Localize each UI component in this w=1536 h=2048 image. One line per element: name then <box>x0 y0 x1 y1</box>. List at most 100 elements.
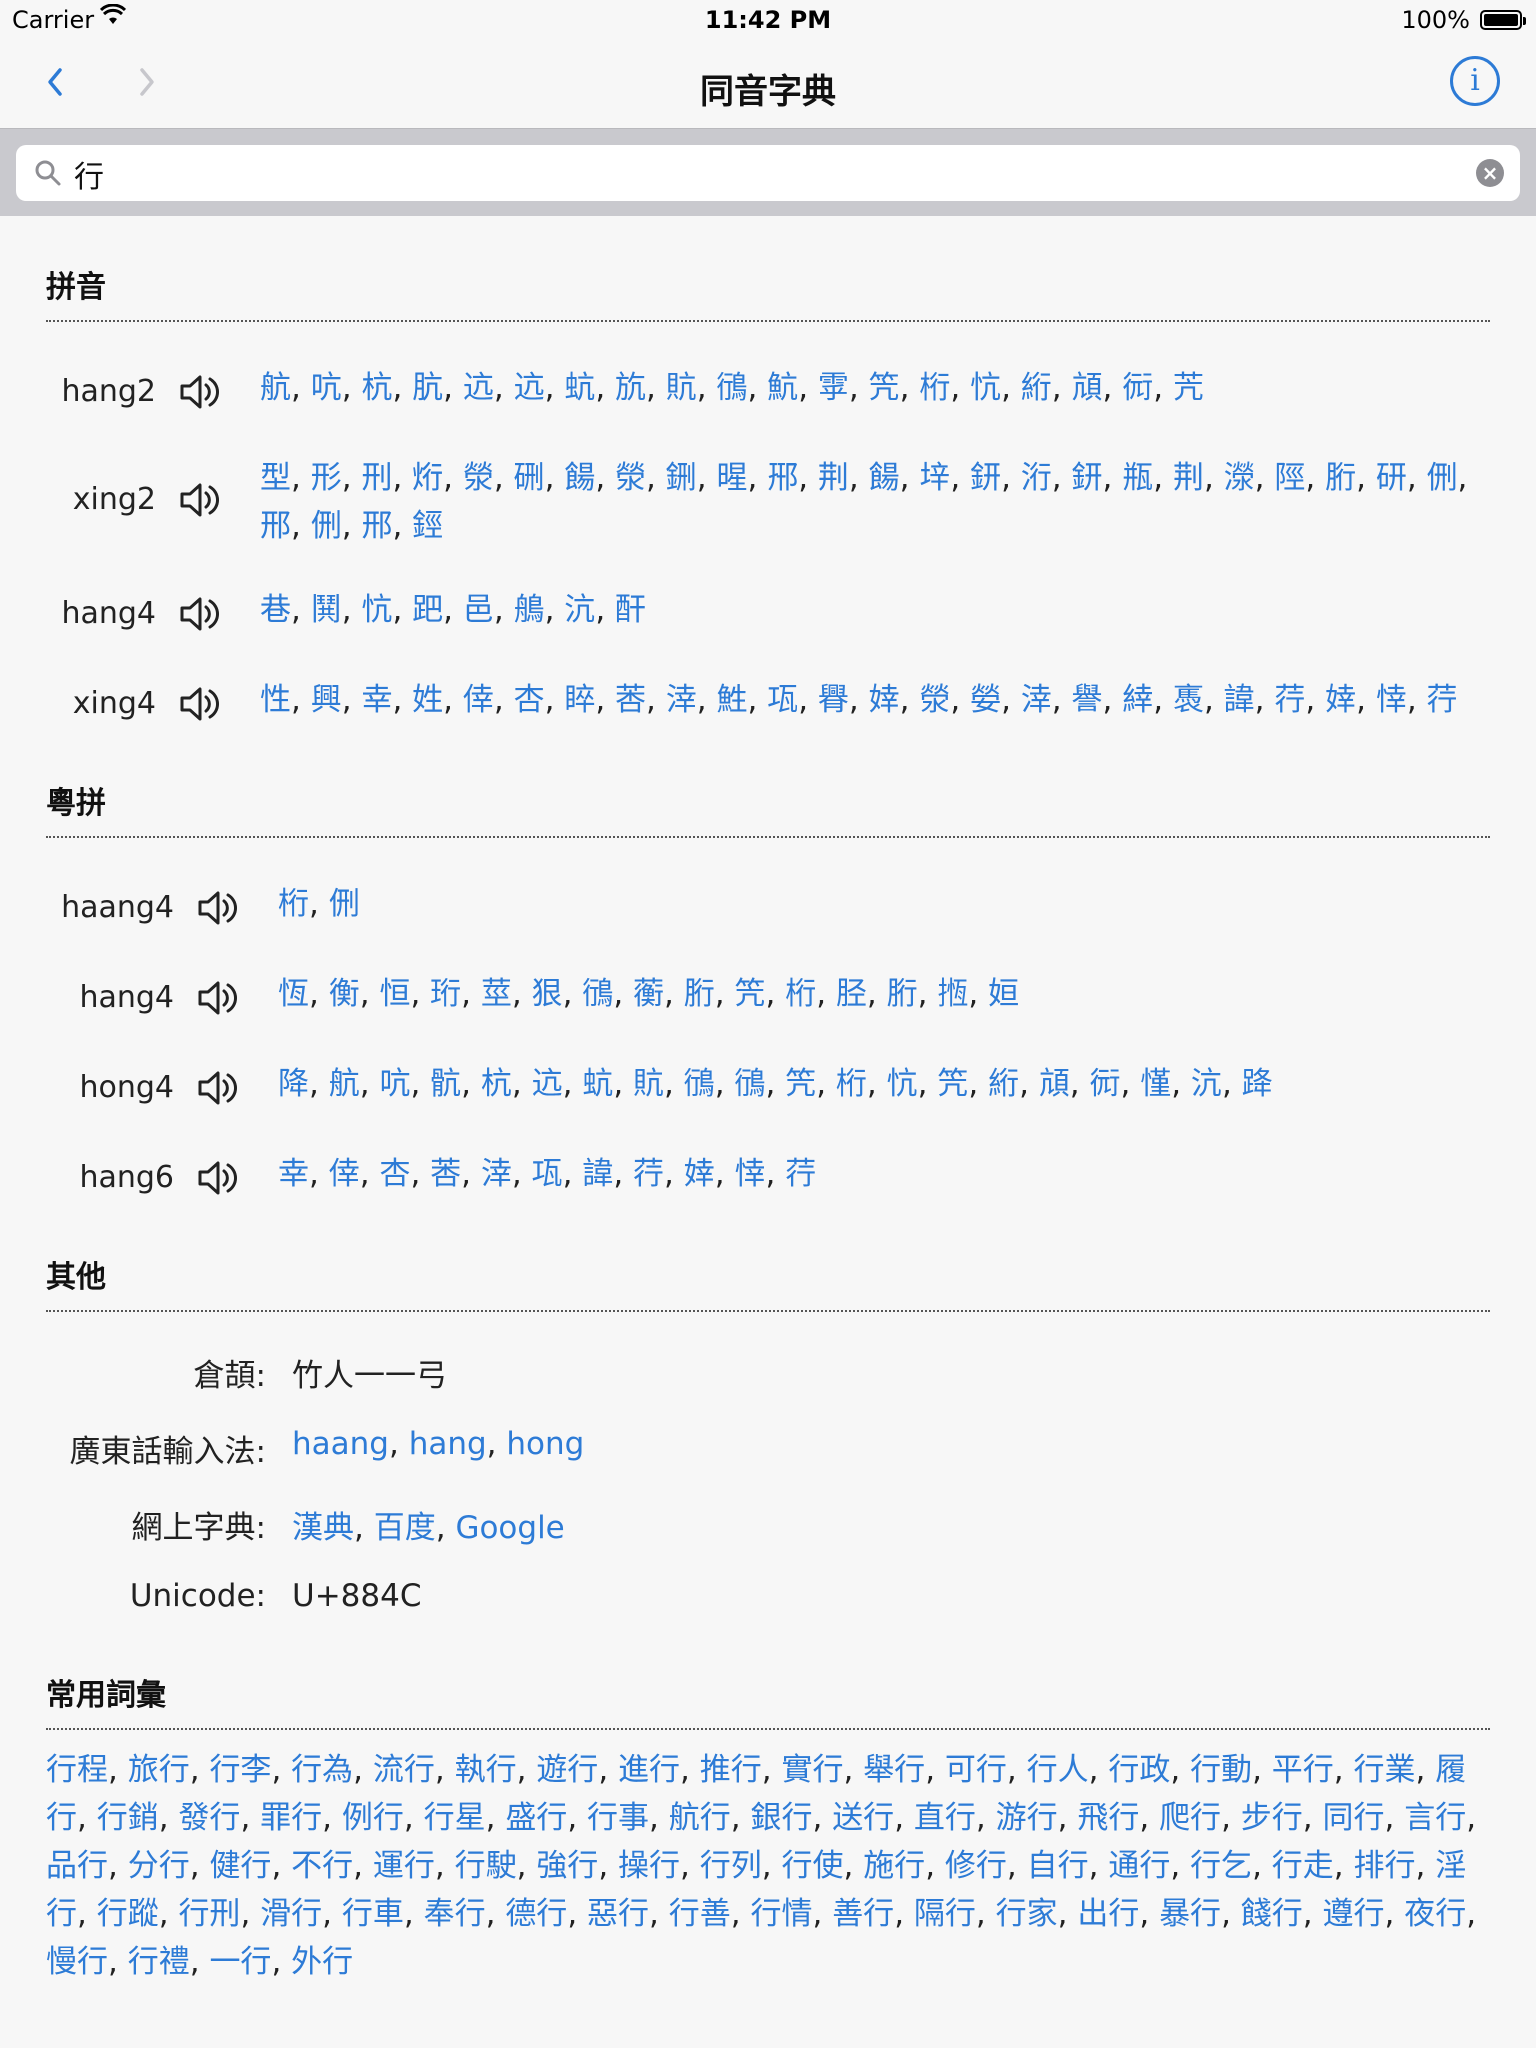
link-baidu[interactable]: 百度 <box>374 1510 436 1546</box>
vocabulary-word[interactable]: 德行 <box>505 1896 567 1932</box>
vocabulary-word[interactable]: 行使 <box>781 1848 843 1884</box>
vocabulary-word[interactable]: 可行 <box>945 1752 1007 1788</box>
homophone-char[interactable]: 鴴 <box>582 976 613 1012</box>
homophone-char[interactable]: 蚢 <box>564 370 595 406</box>
homophone-char[interactable]: 研 <box>1376 460 1407 496</box>
homophone-char[interactable]: 斻 <box>615 370 646 406</box>
vocabulary-word[interactable]: 出行 <box>1077 1896 1139 1932</box>
homophone-char[interactable]: 暒 <box>716 460 747 496</box>
homophone-char[interactable]: 忼 <box>887 1066 918 1102</box>
homophone-char[interactable]: 沆 <box>564 592 595 628</box>
vocabulary-word[interactable]: 施行 <box>863 1848 925 1884</box>
homophone-char[interactable]: 骯 <box>430 1066 461 1102</box>
vocabulary-word[interactable]: 行走 <box>1272 1848 1334 1884</box>
vocabulary-word[interactable]: 不行 <box>291 1848 353 1884</box>
homophone-char[interactable]: 酐 <box>615 592 646 628</box>
homophone-char[interactable]: 揯 <box>937 976 968 1012</box>
vocabulary-word[interactable]: 行善 <box>669 1896 731 1932</box>
homophone-char[interactable]: 涬 <box>666 682 697 718</box>
vocabulary-word[interactable]: 行為 <box>291 1752 353 1788</box>
link-hang[interactable]: hang <box>409 1426 487 1462</box>
vocabulary-word[interactable]: 暴行 <box>1159 1896 1221 1932</box>
vocabulary-word[interactable]: 行蹤 <box>97 1896 159 1932</box>
homophone-char[interactable]: 胻 <box>1325 460 1356 496</box>
vocabulary-word[interactable]: 操行 <box>618 1848 680 1884</box>
homophone-char[interactable]: 餳 <box>869 460 900 496</box>
vocabulary-word[interactable]: 行刑 <box>178 1896 240 1932</box>
homophone-char[interactable]: 桁 <box>785 976 816 1012</box>
vocabulary-word[interactable]: 行業 <box>1354 1752 1416 1788</box>
homophone-char[interactable]: 鴴 <box>684 1066 715 1102</box>
vocabulary-word[interactable]: 流行 <box>373 1752 435 1788</box>
homophone-char[interactable]: 興 <box>311 682 342 718</box>
homophone-char[interactable]: 沆 <box>1191 1066 1222 1102</box>
vocabulary-word[interactable]: 行政 <box>1108 1752 1170 1788</box>
homophone-char[interactable]: 緈 <box>1122 682 1153 718</box>
vocabulary-word[interactable]: 自行 <box>1027 1848 1089 1884</box>
homophone-char[interactable]: 降 <box>278 1066 309 1102</box>
vocabulary-word[interactable]: 健行 <box>209 1848 271 1884</box>
homophone-char[interactable]: 胫 <box>836 976 867 1012</box>
link-haang[interactable]: haang <box>292 1426 389 1462</box>
homophone-char[interactable]: 莖 <box>481 976 512 1012</box>
vocabulary-word[interactable]: 通行 <box>1108 1848 1170 1884</box>
homophone-char[interactable]: 跁 <box>412 592 443 628</box>
homophone-char[interactable]: 侀 <box>329 886 360 922</box>
homophone-char[interactable]: 鈃 <box>970 460 1001 496</box>
homophone-char[interactable]: 幸 <box>278 1156 309 1192</box>
speaker-icon[interactable] <box>196 888 240 928</box>
vocabulary-word[interactable]: 直行 <box>914 1800 976 1836</box>
homophone-char[interactable]: 絎 <box>988 1066 1019 1102</box>
homophone-char[interactable]: 頏 <box>1072 370 1103 406</box>
vocabulary-word[interactable]: 游行 <box>996 1800 1058 1836</box>
vocabulary-word[interactable]: 行情 <box>750 1896 812 1932</box>
homophone-char[interactable]: 涬 <box>481 1156 512 1192</box>
homophone-char[interactable]: 忼 <box>361 592 392 628</box>
homophone-char[interactable]: 諱 <box>1224 682 1255 718</box>
homophone-char[interactable]: 狠 <box>532 976 563 1012</box>
link-google[interactable]: Google <box>455 1510 564 1546</box>
homophone-char[interactable]: 衡 <box>329 976 360 1012</box>
homophone-char[interactable]: 姓 <box>412 682 443 718</box>
homophone-char[interactable]: 貥 <box>666 370 697 406</box>
vocabulary-word[interactable]: 遵行 <box>1323 1896 1385 1932</box>
speaker-icon[interactable] <box>178 372 222 412</box>
homophone-char[interactable]: 臖 <box>818 682 849 718</box>
homophone-char[interactable]: 杏 <box>514 682 545 718</box>
vocabulary-word[interactable]: 行人 <box>1027 1752 1089 1788</box>
vocabulary-word[interactable]: 善行 <box>832 1896 894 1932</box>
vocabulary-word[interactable]: 行列 <box>700 1848 762 1884</box>
vocabulary-word[interactable]: 旅行 <box>128 1752 190 1788</box>
vocabulary-word[interactable]: 滑行 <box>260 1896 322 1932</box>
homophone-char[interactable]: 性 <box>260 682 291 718</box>
vocabulary-word[interactable]: 遊行 <box>536 1752 598 1788</box>
homophone-char[interactable]: 跭 <box>1242 1066 1273 1102</box>
homophone-char[interactable]: 滎 <box>615 460 646 496</box>
homophone-char[interactable]: 鴴 <box>734 1066 765 1102</box>
search-input[interactable] <box>72 151 1456 197</box>
homophone-char[interactable]: 刑 <box>361 460 392 496</box>
homophone-char[interactable]: 迒 <box>463 370 494 406</box>
homophone-char[interactable]: 胻 <box>684 976 715 1012</box>
vocabulary-word[interactable]: 例行 <box>342 1800 404 1836</box>
vocabulary-word[interactable]: 行禮 <box>128 1944 190 1980</box>
vocabulary-word[interactable]: 實行 <box>781 1752 843 1788</box>
homophone-char[interactable]: 餳 <box>564 460 595 496</box>
homophone-char[interactable]: 諱 <box>582 1156 613 1192</box>
homophone-char[interactable]: 倖 <box>463 682 494 718</box>
vocabulary-word[interactable]: 爬行 <box>1159 1800 1221 1836</box>
homophone-char[interactable]: 幸 <box>361 682 392 718</box>
homophone-char[interactable]: 鋞 <box>412 508 443 544</box>
vocabulary-word[interactable]: 行李 <box>209 1752 271 1788</box>
homophone-char[interactable]: 杏 <box>379 1156 410 1192</box>
homophone-char[interactable]: 形 <box>311 460 342 496</box>
vocabulary-word[interactable]: 飛行 <box>1077 1800 1139 1836</box>
vocabulary-word[interactable]: 行銷 <box>97 1800 159 1836</box>
speaker-icon[interactable] <box>178 480 222 520</box>
homophone-char[interactable]: 衏 <box>1090 1066 1121 1102</box>
homophone-char[interactable]: 笐 <box>937 1066 968 1102</box>
homophone-char[interactable]: 笐 <box>785 1066 816 1102</box>
homophone-char[interactable]: 笐 <box>869 370 900 406</box>
vocabulary-word[interactable]: 惡行 <box>587 1896 649 1932</box>
homophone-char[interactable]: 鬨 <box>311 592 342 628</box>
